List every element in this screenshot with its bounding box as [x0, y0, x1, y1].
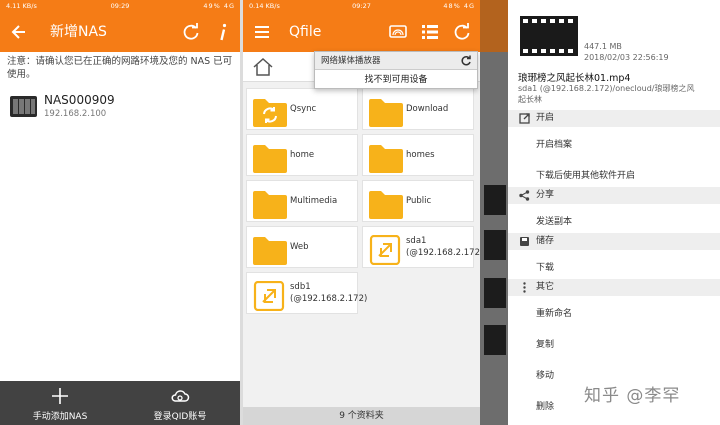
open-in-icon: [519, 113, 530, 124]
video-file-icon: [520, 16, 578, 56]
folder-name: Qsync: [290, 104, 317, 114]
sync-folder-icon: [253, 99, 287, 127]
bottom-action-bar: 手动添加NAS 登录QID账号: [0, 381, 240, 425]
external-drive-icon: [369, 235, 401, 265]
folder-icon: [253, 145, 287, 173]
video-thumbnail: [484, 230, 506, 260]
folder-tile[interactable]: sda1 (@192.168.2.172): [362, 226, 480, 268]
cloud-icon: [171, 390, 190, 402]
video-thumbnail: [484, 325, 506, 355]
folder-icon: [369, 191, 403, 219]
plus-icon: [52, 388, 68, 404]
folder-name: homes: [406, 150, 435, 160]
home-icon[interactable]: [252, 57, 274, 77]
file-action-item[interactable]: 下载: [536, 260, 554, 273]
folder-icon: [253, 237, 287, 265]
section-header: 储存: [508, 233, 720, 250]
file-action-item[interactable]: 发送副本: [536, 214, 572, 227]
save-icon: [520, 237, 529, 246]
folder-icon: [369, 145, 403, 173]
video-thumbnail: [484, 278, 506, 308]
more-icon: [523, 282, 526, 293]
section-header: 其它: [508, 279, 720, 296]
folder-icon: [369, 99, 403, 127]
file-name: 琅琊榜之风起长林01.mp4: [518, 73, 631, 84]
nas-device-icon: [10, 96, 37, 117]
status-bar: 4.11 KB/s 09:29 49% 4G: [0, 0, 240, 13]
media-player-dropdown: 网络媒体播放器 找不到可用设备: [314, 51, 478, 89]
network-notice: 注意：请确认您已在正确的网路环境及您的 NAS 已可使用。: [7, 56, 233, 80]
folder-tile[interactable]: home: [246, 134, 358, 176]
background-app-bar: [480, 0, 510, 52]
nas-name: NAS000909: [44, 93, 115, 107]
watermark: 知乎 @李罕: [584, 386, 681, 406]
menu-icon[interactable]: [251, 21, 273, 43]
nas-ip: 192.168.2.100: [44, 109, 107, 119]
qfile-screen: 0.14 KB/s 09:27 48% 4G Qfile Qsync Downlo…: [243, 0, 480, 425]
manual-add-nas-label: 手动添加NAS: [32, 412, 88, 422]
folder-tile[interactable]: Multimedia: [246, 180, 358, 222]
page-title: 新增NAS: [50, 24, 107, 40]
share-icon: [519, 190, 530, 201]
folder-name: Download: [406, 104, 449, 114]
file-action-item[interactable]: 移动: [536, 368, 554, 381]
qid-login-label: 登录QID账号: [153, 412, 207, 422]
folder-tile[interactable]: Download: [362, 88, 474, 130]
manual-add-nas-button[interactable]: 手动添加NAS: [0, 381, 120, 425]
section-title: 开启: [536, 113, 555, 123]
media-player-icon[interactable]: [387, 21, 409, 43]
section-header: 开启: [508, 110, 720, 127]
file-action-item[interactable]: 开启档案: [536, 137, 572, 150]
refresh-icon[interactable]: [180, 21, 202, 43]
background-file-list: [480, 0, 510, 425]
status-right: 49% 4G: [203, 2, 235, 10]
folder-name: Multimedia: [290, 196, 338, 206]
file-action-item[interactable]: 重新命名: [536, 306, 572, 319]
file-action-item[interactable]: 下载后使用其他软件开启: [536, 168, 635, 181]
file-action-item[interactable]: 复制: [536, 337, 554, 350]
nas-list-item[interactable]: NAS000909 192.168.2.100: [0, 90, 240, 130]
folder-tile[interactable]: Qsync: [246, 88, 358, 130]
section-header: 分享: [508, 187, 720, 204]
status-right: 48% 4G: [443, 2, 475, 10]
list-view-icon[interactable]: [419, 21, 441, 43]
file-detail-screen: 447.1 MB 2018/02/03 22:56:19 琅琊榜之风起长林01.…: [480, 0, 720, 425]
screenshot-collage: 4.11 KB/s 09:29 49% 4G 新增NAS 注意：请确认您已在正确…: [0, 0, 720, 425]
folder-name: Public: [406, 196, 432, 206]
folder-count: 9 个资料夹: [243, 407, 480, 425]
file-path: sda1 (@192.168.2.172)/onecloud/琅琊榜之风起长林: [518, 84, 695, 104]
section-title: 其它: [536, 282, 555, 292]
qid-login-button[interactable]: 登录QID账号: [120, 381, 240, 425]
folder-icon: [253, 191, 287, 219]
refresh-icon[interactable]: [451, 21, 473, 43]
status-bar: 0.14 KB/s 09:27 48% 4G: [243, 0, 480, 13]
folder-name: sda1 (@192.168.2.172): [406, 236, 480, 258]
folder-tile[interactable]: Public: [362, 180, 474, 222]
folder-tile[interactable]: sdb1 (@192.168.2.172): [246, 272, 368, 314]
folder-name: home: [290, 150, 315, 160]
dropdown-title: 网络媒体播放器: [321, 56, 381, 66]
video-thumbnail: [484, 185, 506, 215]
app-bar: 新增NAS: [0, 13, 240, 52]
external-drive-icon: [253, 281, 285, 311]
file-actions-sheet: 447.1 MB 2018/02/03 22:56:19 琅琊榜之风起长林01.…: [508, 0, 720, 425]
dropdown-header: 网络媒体播放器: [315, 52, 477, 70]
no-device-item[interactable]: 找不到可用设备: [315, 71, 477, 89]
file-date: 2018/02/03 22:56:19: [584, 53, 669, 62]
folder-name: Web: [290, 242, 309, 252]
file-action-item[interactable]: 删除: [536, 399, 554, 412]
app-title: Qfile: [289, 24, 322, 40]
folder-tile[interactable]: Web: [246, 226, 358, 268]
add-nas-screen: 4.11 KB/s 09:29 49% 4G 新增NAS 注意：请确认您已在正确…: [0, 0, 240, 425]
app-bar: Qfile: [243, 13, 480, 52]
folder-tile[interactable]: homes: [362, 134, 474, 176]
file-size: 447.1 MB: [584, 42, 622, 51]
section-title: 储存: [536, 236, 555, 246]
back-arrow-icon[interactable]: [8, 21, 30, 43]
section-title: 分享: [536, 190, 555, 200]
refresh-icon[interactable]: [460, 55, 472, 67]
info-icon[interactable]: [212, 21, 234, 43]
folder-name: sdb1 (@192.168.2.172): [290, 282, 368, 304]
